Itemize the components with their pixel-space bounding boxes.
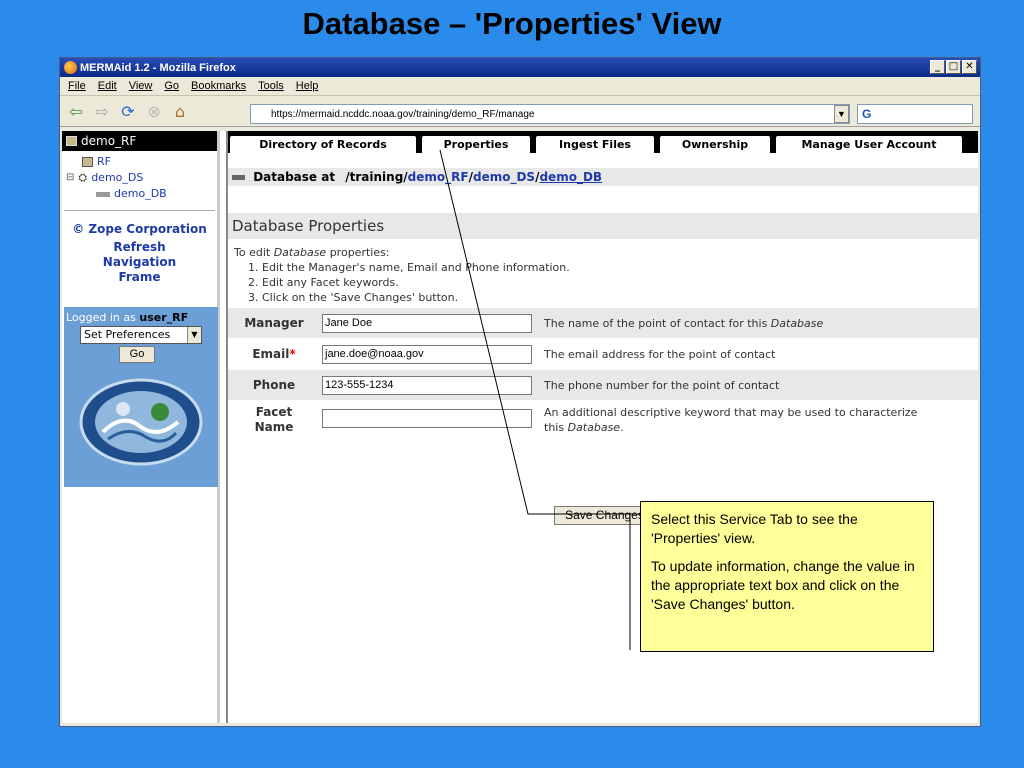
instruction-step: 2. Edit any Facet keywords. xyxy=(248,276,399,289)
email-row: Email* jane.doe@noaa.gov The email addre… xyxy=(228,339,978,369)
tab-manage-user-account[interactable]: Manage User Account xyxy=(776,136,962,153)
phone-row: Phone 123-555-1234 The phone number for … xyxy=(228,370,978,400)
manager-field[interactable]: Jane Doe xyxy=(322,314,532,333)
manager-help: The name of the point of contact for thi… xyxy=(544,317,824,330)
minimize-button[interactable]: _ xyxy=(930,60,945,74)
tree-item-demo-ds[interactable]: ⊟ ⛭ demo_DS xyxy=(66,170,217,186)
home-icon[interactable]: ⌂ xyxy=(170,101,190,121)
tab-directory-of-records[interactable]: Directory of Records xyxy=(230,136,416,153)
instruction-step: 1. Edit the Manager's name, Email and Ph… xyxy=(248,261,570,274)
ncddc-seal-logo xyxy=(79,378,203,466)
email-field[interactable]: jane.doe@noaa.gov xyxy=(322,345,532,364)
phone-help: The phone number for the point of contac… xyxy=(544,379,780,392)
menu-go[interactable]: Go xyxy=(164,80,179,92)
menu-tools[interactable]: Tools xyxy=(258,80,284,92)
breadcrumb-link-demo-db[interactable]: demo_DB xyxy=(539,170,602,184)
slide-title: Database – 'Properties' View xyxy=(302,6,722,41)
window-title: MERMAid 1.2 - Mozilla Firefox xyxy=(80,61,236,74)
breadcrumb-link-demo-ds[interactable]: demo_DS xyxy=(473,170,535,184)
tree-header-label: demo_RF xyxy=(81,134,137,148)
manager-label: Manager xyxy=(244,316,304,330)
database-icon xyxy=(232,175,245,180)
facet-label: Facet Name xyxy=(254,405,294,434)
breadcrumb-link-demo-rf[interactable]: demo_RF xyxy=(408,170,469,184)
preferences-select[interactable]: Set Preferences ▼ xyxy=(80,326,202,344)
callout-text: To update information, change the value … xyxy=(651,558,915,612)
page-title: Database Properties xyxy=(228,213,978,239)
menu-help[interactable]: Help xyxy=(296,80,319,92)
nav-tree: RF ⊟ ⛭ demo_DS demo_DB xyxy=(62,151,217,202)
chevron-down-icon: ▼ xyxy=(187,327,201,343)
callout-text: Select this Service Tab to see the 'Prop… xyxy=(651,511,858,546)
forward-arrow-icon[interactable]: ⇨ xyxy=(92,101,112,121)
url-dropdown-icon[interactable]: ▼ xyxy=(834,105,849,123)
zope-block: © Zope Corporation Refresh Navigation Fr… xyxy=(62,211,217,285)
url-bar[interactable]: https://mermaid.ncddc.noaa.gov/training/… xyxy=(250,104,850,124)
dataset-icon: ⛭ xyxy=(78,171,88,184)
breadcrumb: Database at /training/demo_RF/demo_DS/de… xyxy=(228,168,978,186)
facet-name-field[interactable] xyxy=(322,409,532,428)
back-arrow-icon[interactable]: ⇦ xyxy=(66,101,86,121)
maximize-button[interactable]: □ xyxy=(946,60,961,74)
login-panel: Logged in as user_RF Set Preferences ▼ G… xyxy=(64,307,218,487)
menu-edit[interactable]: Edit xyxy=(98,80,117,92)
tab-ownership[interactable]: Ownership xyxy=(660,136,770,153)
window-titlebar: MERMAid 1.2 - Mozilla Firefox _ □ ✕ xyxy=(60,58,980,77)
url-text: https://mermaid.ncddc.noaa.gov/training/… xyxy=(271,108,535,120)
instruction-step: 3. Click on the 'Save Changes' button. xyxy=(248,291,459,304)
zope-link[interactable]: © Zope Corporation xyxy=(62,222,217,237)
go-button[interactable]: Go xyxy=(119,346,155,363)
logged-in-text: Logged in as user_RF xyxy=(66,311,189,324)
manager-row: Manager Jane Doe The name of the point o… xyxy=(228,308,978,338)
tree-item-rf[interactable]: RF xyxy=(66,154,217,170)
folder-icon xyxy=(82,157,93,167)
instructions: To edit Database properties: 1. Edit the… xyxy=(234,246,570,304)
close-button[interactable]: ✕ xyxy=(962,60,977,74)
tree-item-demo-db[interactable]: demo_DB xyxy=(66,186,217,202)
navigation-frame: demo_RF RF ⊟ ⛭ demo_DS demo_DB © Zope Co… xyxy=(62,131,220,723)
tab-ingest-files[interactable]: Ingest Files xyxy=(536,136,654,153)
menu-bar: File Edit View Go Bookmarks Tools Help xyxy=(60,77,980,96)
required-marker: * xyxy=(289,347,296,361)
collapse-toggle-icon[interactable]: ⊟ xyxy=(66,170,74,186)
tab-properties[interactable]: Properties xyxy=(422,136,530,153)
username: user_RF xyxy=(139,311,189,324)
search-box[interactable]: G xyxy=(857,104,973,124)
email-help: The email address for the point of conta… xyxy=(544,348,776,361)
folder-icon xyxy=(66,136,77,146)
tree-header[interactable]: demo_RF xyxy=(62,131,217,151)
facet-help: An additional descriptive keyword that m… xyxy=(544,406,918,434)
menu-file[interactable]: File xyxy=(68,80,86,92)
firefox-logo-icon xyxy=(64,61,77,74)
database-icon xyxy=(96,191,110,197)
menu-bookmarks[interactable]: Bookmarks xyxy=(191,80,246,92)
email-label: Email* xyxy=(252,347,296,361)
menu-view[interactable]: View xyxy=(129,80,153,92)
stop-icon[interactable]: ⊗ xyxy=(144,101,164,121)
facet-row: Facet Name An additional descriptive key… xyxy=(228,403,978,443)
refresh-link[interactable]: Refresh Navigation Frame xyxy=(62,240,217,285)
phone-label: Phone xyxy=(252,378,296,392)
phone-field[interactable]: 123-555-1234 xyxy=(322,376,532,395)
callout-note: Select this Service Tab to see the 'Prop… xyxy=(640,501,934,652)
service-tabs: Directory of Records Properties Ingest F… xyxy=(228,131,978,153)
reload-icon[interactable]: ⟳ xyxy=(118,101,138,121)
